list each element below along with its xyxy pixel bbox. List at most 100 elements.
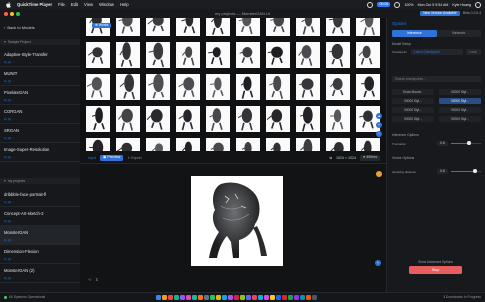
preview-canvas[interactable] xyxy=(191,176,283,266)
search-icon[interactable] xyxy=(475,1,481,8)
menu-view[interactable]: View xyxy=(84,2,93,7)
section-header-my-projects[interactable]: ▾ my projects xyxy=(0,178,80,184)
generated-thumbnail[interactable] xyxy=(146,138,170,151)
speed-chip[interactable]: ● 490ms xyxy=(360,155,380,161)
sidebar-item-adaptive-style-transfer[interactable]: Adaptive-Style-Transfer by @... xyxy=(0,48,80,67)
generated-thumbnail[interactable] xyxy=(146,18,170,36)
dock-app-icon[interactable] xyxy=(240,294,245,300)
generated-thumbnail[interactable] xyxy=(296,18,320,36)
generated-thumbnail[interactable] xyxy=(176,106,200,132)
generated-thumbnail[interactable] xyxy=(236,106,260,132)
generated-thumbnail[interactable] xyxy=(116,106,140,132)
works-button[interactable]: ⊕ Works xyxy=(92,23,112,28)
checkpoint-cell-selected[interactable]: 00000 Styl... xyxy=(439,98,481,104)
generated-thumbnail[interactable] xyxy=(266,74,290,100)
zoom-out-button[interactable]: − xyxy=(376,131,382,137)
sidebar-item-dimension-flexion[interactable]: Dimension-Flexion by @... xyxy=(0,245,80,264)
sidebar-item-monstergan[interactable]: MonsterGAN by @... xyxy=(0,226,80,245)
menu-app-name[interactable]: QuickTime Player xyxy=(17,2,52,7)
dock-app-icon[interactable] xyxy=(210,294,215,300)
generated-thumbnail[interactable] xyxy=(206,42,230,68)
dock-app-icon[interactable] xyxy=(300,294,305,300)
back-to-models-button[interactable]: ‹ Back to Models xyxy=(4,23,76,31)
dock-app-icon[interactable] xyxy=(288,294,293,300)
generated-thumbnail[interactable] xyxy=(86,138,110,151)
tab-preview[interactable]: ▣ Preview xyxy=(100,155,124,161)
generated-thumbnail[interactable] xyxy=(146,74,170,100)
generated-thumbnail[interactable] xyxy=(326,18,350,36)
truncation-slider-knob[interactable] xyxy=(467,141,471,145)
dock-app-icon[interactable] xyxy=(276,294,281,300)
generated-thumbnail[interactable] xyxy=(356,106,380,132)
dock-app-icon[interactable] xyxy=(162,294,167,300)
dock-app-icon[interactable] xyxy=(180,294,185,300)
scroll-up-button[interactable]: ▲ xyxy=(376,113,382,119)
generated-thumbnail[interactable] xyxy=(266,18,290,36)
dock-app-icon[interactable] xyxy=(198,294,203,300)
checkpoint-cell[interactable]: Snow Mount... xyxy=(392,89,434,95)
sampling-slider-knob[interactable] xyxy=(473,169,477,173)
sidebar-item-srgan[interactable]: SRGAN by @... xyxy=(0,124,80,143)
generated-thumbnail[interactable] xyxy=(116,138,140,151)
history-icon[interactable]: ⧗ xyxy=(95,277,98,282)
dock-app-icon[interactable] xyxy=(168,294,173,300)
generated-thumbnail[interactable] xyxy=(266,42,290,68)
generated-thumbnail[interactable] xyxy=(356,138,380,151)
dock-app-icon[interactable] xyxy=(246,294,251,300)
generated-thumbnail[interactable] xyxy=(86,106,110,132)
checkpoint-cell[interactable]: 00000 Styl... xyxy=(439,89,481,95)
stop-button[interactable]: Stop xyxy=(409,266,462,274)
sampling-value[interactable]: 0.8 xyxy=(437,168,448,174)
dock-app-icon[interactable] xyxy=(270,294,275,300)
generated-thumbnail[interactable] xyxy=(116,42,140,68)
sidebar-item-corgan[interactable]: CORGAN by @... xyxy=(0,105,80,124)
generated-thumbnail[interactable] xyxy=(356,74,380,100)
generated-thumbnail[interactable] xyxy=(326,138,350,151)
section-header-sample[interactable]: ▾ Sample Project xyxy=(0,39,80,45)
generated-thumbnail[interactable] xyxy=(356,18,380,36)
generated-thumbnail[interactable] xyxy=(206,74,230,100)
dock-app-icon[interactable] xyxy=(222,294,227,300)
sidebar-item-pixelategan[interactable]: PixelateGAN by @... xyxy=(0,86,80,105)
dock-app-icon[interactable] xyxy=(252,294,257,300)
segment-network[interactable]: Network xyxy=(437,30,482,37)
dock-app-icon[interactable] xyxy=(234,294,239,300)
dock-app-icon[interactable] xyxy=(228,294,233,300)
sidebar-item-dribbble-face[interactable]: dribbble-face-portrait-fl by @... xyxy=(0,188,80,207)
checkpoint-cell[interactable]: 00000 Styl... xyxy=(439,116,481,122)
status-indicator-icon[interactable] xyxy=(376,171,382,177)
menu-window[interactable]: Window xyxy=(99,2,114,7)
checkpoint-cell[interactable]: 00000 Styl... xyxy=(439,107,481,113)
generated-thumbnail[interactable] xyxy=(176,42,200,68)
sidebar-item-monstergan-2[interactable]: MonsterGAN (2) by @... xyxy=(0,264,80,283)
generated-thumbnail[interactable] xyxy=(296,42,320,68)
generated-image-grid[interactable]: ⊕ Works ▲ + − xyxy=(80,18,386,151)
dock-app-icon[interactable] xyxy=(216,294,221,300)
generated-thumbnail[interactable] xyxy=(296,74,320,100)
dock-app-icon[interactable] xyxy=(174,294,179,300)
screen-recording-badge[interactable]: 00:06 xyxy=(377,2,391,7)
checkpoint-search-input[interactable]: Search checkpoints... xyxy=(392,76,481,82)
clock-text[interactable]: Mon Oct 5 9:54 AM xyxy=(418,3,449,7)
generated-thumbnail[interactable] xyxy=(176,74,200,100)
zoom-in-button[interactable]: + xyxy=(376,122,382,128)
generated-thumbnail[interactable] xyxy=(296,138,320,151)
truncation-value[interactable]: 0.6 xyxy=(437,140,448,146)
generated-thumbnail[interactable] xyxy=(266,106,290,132)
dock-app-icon[interactable] xyxy=(192,294,197,300)
segment-inference[interactable]: Inference xyxy=(392,30,437,37)
refresh-icon[interactable]: ⟲ xyxy=(88,277,91,282)
apple-icon[interactable] xyxy=(5,1,11,8)
generated-thumbnail[interactable] xyxy=(236,138,260,151)
generated-thumbnail[interactable] xyxy=(176,18,200,36)
generated-thumbnail[interactable] xyxy=(236,18,260,36)
generated-thumbnail[interactable] xyxy=(116,18,140,36)
generated-thumbnail[interactable] xyxy=(206,106,230,132)
checkpoint-select[interactable]: Latest Checkpoint xyxy=(411,48,463,55)
generated-thumbnail[interactable] xyxy=(296,106,320,132)
dock-app-icon[interactable] xyxy=(204,294,209,300)
advanced-options-link[interactable]: Show Advanced Options xyxy=(407,260,464,264)
checkpoint-cell[interactable]: 00000 Styl... xyxy=(392,107,434,113)
dock-app-icon[interactable] xyxy=(282,294,287,300)
generated-thumbnail[interactable] xyxy=(86,42,110,68)
